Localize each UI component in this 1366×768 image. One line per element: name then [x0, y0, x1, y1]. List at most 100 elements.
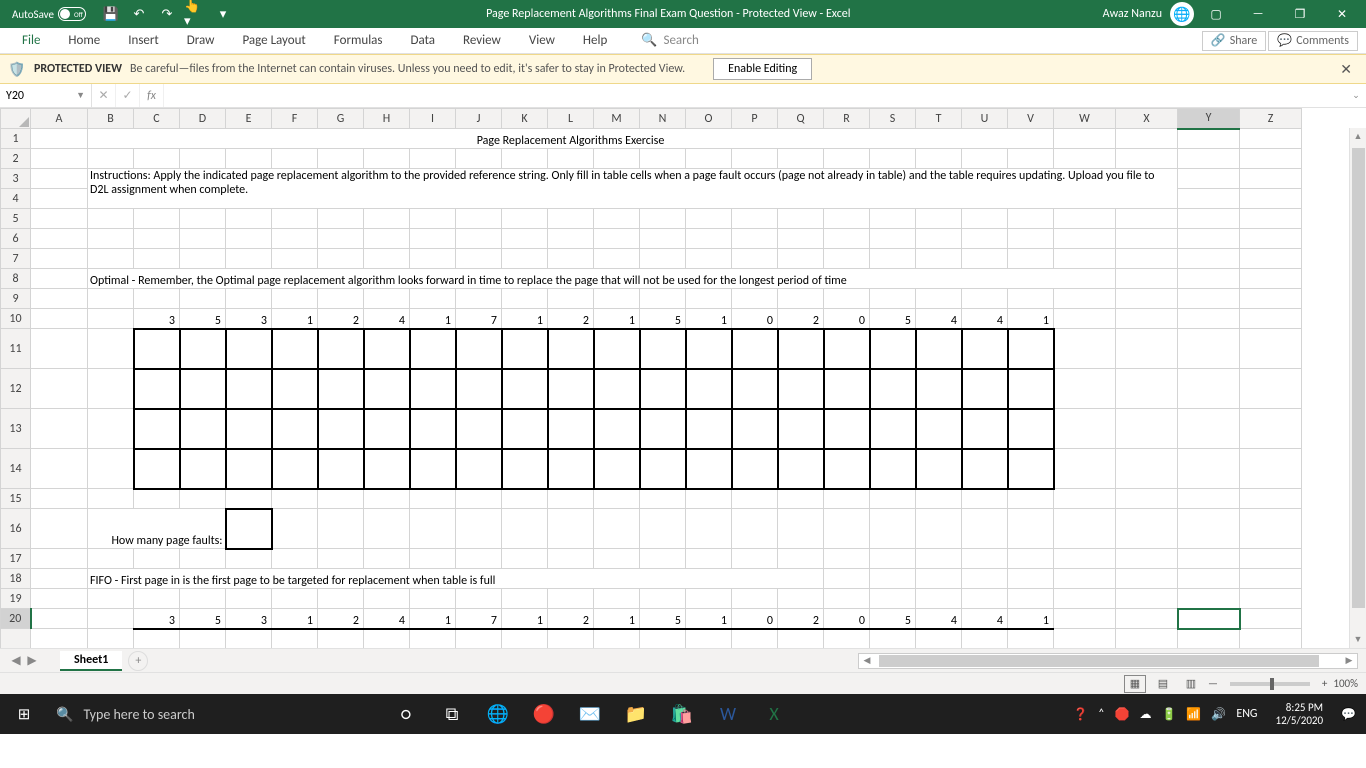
table-cell[interactable] [962, 449, 1008, 489]
ref-string-cell[interactable]: 1 [1008, 609, 1054, 629]
col-header[interactable]: Z [1240, 109, 1302, 129]
col-header[interactable]: J [456, 109, 502, 129]
ref-string-cell[interactable]: 2 [318, 609, 364, 629]
col-header[interactable]: E [226, 109, 272, 129]
ref-string-cell[interactable]: 5 [640, 609, 686, 629]
select-all-corner[interactable] [1, 109, 31, 129]
undo-icon[interactable]: ↶ [128, 3, 150, 25]
table-cell[interactable] [272, 329, 318, 369]
col-header[interactable]: X [1116, 109, 1178, 129]
col-header[interactable]: U [962, 109, 1008, 129]
table-cell[interactable] [870, 629, 916, 649]
table-cell[interactable] [502, 409, 548, 449]
zoom-slider[interactable] [1230, 682, 1310, 686]
clock[interactable]: 8:25 PM 12/5/2020 [1268, 701, 1332, 727]
ref-string-cell[interactable]: 5 [870, 309, 916, 329]
instructions-text[interactable]: Instructions: Apply the indicated page r… [88, 169, 1178, 209]
table-cell[interactable] [272, 449, 318, 489]
ref-string-cell[interactable]: 3 [226, 309, 272, 329]
tab-home[interactable]: Home [54, 28, 114, 54]
table-cell[interactable] [778, 409, 824, 449]
tell-me-search[interactable]: 🔍 Search [641, 33, 699, 48]
wifi-tray-icon[interactable]: 📶 [1186, 707, 1201, 722]
table-cell[interactable] [410, 329, 456, 369]
table-cell[interactable] [226, 449, 272, 489]
start-button[interactable]: ⊞ [4, 694, 44, 734]
table-cell[interactable] [410, 629, 456, 649]
table-cell[interactable] [778, 449, 824, 489]
table-cell[interactable] [1008, 329, 1054, 369]
cancel-formula-icon[interactable]: ✕ [92, 84, 116, 107]
task-view-icon[interactable]: ⧉ [430, 694, 474, 734]
table-cell[interactable] [410, 369, 456, 409]
ref-string-cell[interactable]: 2 [548, 309, 594, 329]
sheet-title[interactable]: Page Replacement Algorithms Exercise [88, 129, 1054, 149]
col-header[interactable]: K [502, 109, 548, 129]
tab-file[interactable]: File [8, 28, 54, 54]
ref-string-cell[interactable]: 1 [272, 309, 318, 329]
file-explorer-icon[interactable]: 📁 [614, 694, 658, 734]
table-cell[interactable] [962, 329, 1008, 369]
table-cell[interactable] [594, 369, 640, 409]
ref-string-cell[interactable]: 2 [548, 609, 594, 629]
table-cell[interactable] [364, 329, 410, 369]
table-cell[interactable] [824, 409, 870, 449]
table-cell[interactable] [1008, 629, 1054, 649]
table-cell[interactable] [318, 369, 364, 409]
fifo-note[interactable]: FIFO - First page in is the first page t… [88, 569, 824, 589]
table-cell[interactable] [410, 449, 456, 489]
table-cell[interactable] [134, 629, 180, 649]
table-cell[interactable] [548, 329, 594, 369]
table-cell[interactable] [732, 629, 778, 649]
ref-string-cell[interactable]: 4 [364, 609, 410, 629]
table-cell[interactable] [548, 369, 594, 409]
chevron-up-icon[interactable]: ˄ [1098, 707, 1104, 721]
redo-icon[interactable]: ↷ [156, 3, 178, 25]
table-cell[interactable] [824, 329, 870, 369]
close-bar-icon[interactable]: ✕ [1334, 61, 1358, 78]
table-cell[interactable] [1008, 369, 1054, 409]
ref-string-cell[interactable]: 1 [410, 309, 456, 329]
help-tray-icon[interactable]: ❓ [1073, 707, 1088, 722]
ref-string-cell[interactable]: 4 [962, 609, 1008, 629]
col-header[interactable]: L [548, 109, 594, 129]
ref-string-cell[interactable]: 3 [134, 609, 180, 629]
ref-string-cell[interactable]: 1 [502, 309, 548, 329]
table-cell[interactable] [870, 409, 916, 449]
col-header[interactable]: C [134, 109, 180, 129]
table-cell[interactable] [916, 329, 962, 369]
security-tray-icon[interactable]: 🛑 [1115, 707, 1130, 722]
tab-insert[interactable]: Insert [114, 28, 173, 54]
table-cell[interactable] [548, 409, 594, 449]
ref-string-cell[interactable]: 1 [594, 309, 640, 329]
store-icon[interactable]: 🛍️ [660, 694, 704, 734]
table-cell[interactable] [962, 369, 1008, 409]
sheet-tab[interactable]: Sheet1 [60, 651, 122, 671]
table-cell[interactable] [456, 449, 502, 489]
scroll-up-icon[interactable]: ▲ [1350, 128, 1366, 145]
table-cell[interactable] [1008, 409, 1054, 449]
ref-string-cell[interactable]: 1 [686, 309, 732, 329]
vertical-scrollbar[interactable]: ▲ ▼ [1349, 128, 1366, 648]
table-cell[interactable] [272, 409, 318, 449]
touch-mode-icon[interactable]: 👆▾ [184, 3, 206, 25]
ref-string-cell[interactable]: 1 [594, 609, 640, 629]
fx-icon[interactable]: fx [140, 84, 164, 107]
table-cell[interactable] [364, 449, 410, 489]
tab-formulas[interactable]: Formulas [320, 28, 397, 54]
close-button[interactable]: ✕ [1322, 0, 1362, 28]
zoom-level[interactable]: 100% [1333, 677, 1358, 690]
table-cell[interactable] [548, 629, 594, 649]
account-name[interactable]: Awaz Nanzu [1103, 7, 1162, 21]
ref-string-cell[interactable]: 4 [916, 609, 962, 629]
ref-string-cell[interactable]: 7 [456, 609, 502, 629]
table-cell[interactable] [456, 629, 502, 649]
scroll-down-icon[interactable]: ▼ [1350, 631, 1366, 648]
page-layout-view-icon[interactable]: ▤ [1152, 675, 1174, 693]
save-icon[interactable]: 💾 [100, 3, 122, 25]
autosave-toggle[interactable]: AutoSave Off [4, 7, 94, 21]
col-header[interactable]: N [640, 109, 686, 129]
table-cell[interactable] [364, 409, 410, 449]
expand-formula-icon[interactable]: ⌄ [1346, 90, 1366, 101]
table-cell[interactable] [640, 369, 686, 409]
